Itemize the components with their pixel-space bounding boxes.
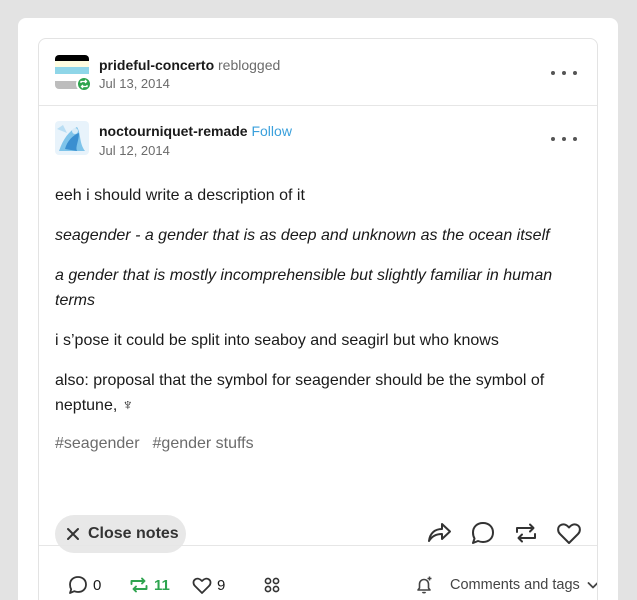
post-body: eeh i should write a description of it s… bbox=[55, 183, 585, 433]
reblogged-label: reblogged bbox=[218, 57, 281, 73]
share-button[interactable] bbox=[425, 519, 453, 547]
tag-link[interactable]: #seagender bbox=[55, 435, 140, 453]
reply-count: 0 bbox=[93, 576, 102, 594]
post-date[interactable]: Jul 12, 2014 bbox=[99, 143, 170, 158]
reblog-header-line: prideful-concerto reblogged bbox=[99, 57, 280, 73]
reblog-count: 11 bbox=[154, 576, 170, 594]
activity-tab[interactable] bbox=[261, 573, 283, 597]
like-count: 9 bbox=[217, 576, 226, 594]
reply-count-icon bbox=[69, 576, 87, 594]
follow-button[interactable]: Follow bbox=[251, 123, 291, 139]
author-avatar[interactable] bbox=[55, 121, 89, 155]
author-username[interactable]: noctourniquet-remade bbox=[99, 123, 248, 139]
close-notes-label: Close notes bbox=[88, 525, 179, 542]
close-icon bbox=[67, 528, 79, 540]
post-paragraph: eeh i should write a description of it bbox=[55, 187, 305, 204]
reblogs-tab[interactable]: 11 bbox=[128, 573, 170, 597]
header-divider bbox=[39, 105, 597, 106]
post-more-options-icon[interactable] bbox=[551, 129, 577, 149]
close-notes-button[interactable]: Close notes bbox=[55, 515, 186, 553]
comments-and-tags-label: Comments and tags bbox=[450, 577, 580, 593]
tag-link[interactable]: #gender stuffs bbox=[153, 435, 254, 453]
reblog-more-options-icon[interactable] bbox=[551, 63, 577, 83]
post-card: prideful-concerto reblogged Jul 13, 2014… bbox=[38, 38, 598, 600]
reblog-date[interactable]: Jul 13, 2014 bbox=[99, 76, 170, 91]
post-wrapper: prideful-concerto reblogged Jul 13, 2014… bbox=[18, 18, 618, 600]
post-paragraph: a gender that is mostly incomprehensible… bbox=[55, 267, 553, 309]
replies-tab[interactable]: 0 bbox=[67, 573, 101, 597]
reply-icon bbox=[472, 522, 494, 544]
reply-button[interactable] bbox=[469, 519, 497, 547]
reblogger-username[interactable]: prideful-concerto bbox=[99, 57, 214, 73]
tag-list: #seagender #gender stuffs bbox=[55, 435, 254, 453]
likes-tab[interactable]: 9 bbox=[191, 573, 225, 597]
author-header-line: noctourniquet-remade Follow bbox=[99, 123, 292, 139]
comments-and-tags-filter[interactable]: Comments and tags bbox=[414, 573, 597, 597]
like-button[interactable] bbox=[555, 519, 583, 547]
post-paragraph: also: proposal that the symbol for seage… bbox=[55, 372, 545, 414]
post-paragraph: seagender - a gender that is as deep and… bbox=[55, 227, 550, 244]
post-paragraph: i s’pose it could be split into seaboy a… bbox=[55, 332, 499, 349]
reblog-button[interactable] bbox=[512, 519, 540, 547]
share-icon bbox=[428, 523, 451, 542]
like-count-icon bbox=[192, 577, 212, 594]
reblog-icon bbox=[516, 523, 536, 543]
reblog-count-icon bbox=[130, 577, 148, 593]
chevron-down-icon bbox=[587, 582, 597, 589]
like-icon bbox=[557, 523, 581, 544]
reblog-badge-icon bbox=[76, 76, 92, 92]
notes-divider bbox=[39, 545, 597, 546]
bell-plus-icon bbox=[417, 576, 432, 594]
activity-icon bbox=[264, 577, 280, 593]
